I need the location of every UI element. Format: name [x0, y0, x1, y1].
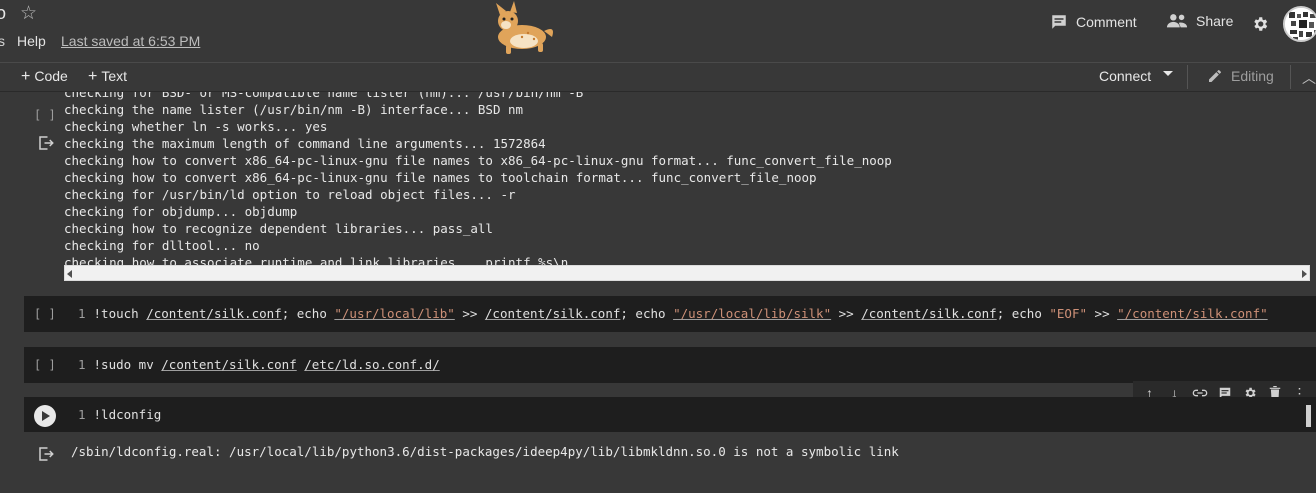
code-line[interactable]: 1 !sudo mv /content/silk.conf /etc/ld.so.… [78, 357, 440, 372]
notebook-title[interactable]: o [0, 3, 6, 24]
cell-run-bracket[interactable]: [ ] [34, 108, 56, 122]
output-line: checking how to convert x86_64-pc-linux-… [64, 170, 817, 185]
star-icon[interactable]: ☆ [20, 2, 37, 25]
vertical-scrollbar[interactable] [1306, 405, 1311, 427]
last-saved-link[interactable]: Last saved at 6:53 PM [61, 33, 200, 49]
code-cell[interactable]: [ ] 1 !sudo mv /content/silk.conf /etc/ld… [24, 347, 1316, 383]
editing-label: Editing [1231, 68, 1274, 84]
code-string: "/usr/local/lib" [334, 306, 455, 321]
scroll-left-icon[interactable] [67, 270, 72, 278]
chevron-down-icon[interactable] [1163, 71, 1173, 76]
cell-output: /sbin/ldconfig.real: /usr/local/lib/pyth… [24, 432, 1316, 488]
code-token: >> [831, 306, 862, 321]
output-line: checking how to recognize dependent libr… [64, 221, 493, 236]
line-number: 1 [78, 407, 86, 422]
output-line: checking whether ln -s works... yes [64, 119, 328, 134]
app-header: o ☆ s Help Last saved at 6:53 PM Comment… [0, 0, 1316, 62]
code-path: /content/silk.conf [161, 357, 297, 372]
comment-icon [1052, 15, 1066, 29]
output-text: /sbin/ldconfig.real: /usr/local/lib/pyth… [71, 444, 899, 459]
notebook-toolbar: + Code + Text Connect Editing ︿ [0, 62, 1316, 92]
code-path: /content/silk.conf [146, 306, 282, 321]
line-number: 1 [78, 306, 86, 321]
comment-label: Comment [1076, 14, 1137, 30]
divider [1187, 65, 1188, 89]
code-string: "/content/silk.conf" [1117, 306, 1268, 321]
horizontal-scrollbar[interactable] [64, 265, 1310, 281]
output-line: checking the maximum length of command l… [64, 136, 546, 151]
add-code-button[interactable]: + Code [21, 68, 68, 86]
editing-mode-button[interactable]: Editing [1207, 68, 1274, 84]
chevron-up-icon[interactable]: ︿ [1302, 68, 1316, 88]
output-arrow-icon[interactable] [37, 445, 55, 463]
people-icon [1166, 14, 1188, 28]
add-text-button[interactable]: + Text [88, 68, 127, 86]
code-path: /content/silk.conf [861, 306, 997, 321]
add-code-label: Code [34, 68, 68, 84]
code-token: ; echo [996, 306, 1050, 321]
scroll-right-icon[interactable] [1302, 270, 1307, 278]
avatar[interactable] [1283, 6, 1316, 42]
code-token: >> [454, 306, 485, 321]
code-token: ; echo [281, 306, 335, 321]
code-cell[interactable]: [ ] 1 !touch /content/silk.conf; echo "/u… [24, 296, 1316, 332]
cell-output: checking for BSD- or MS-compatible name … [64, 92, 1310, 267]
code-line[interactable]: 1 !ldconfig [78, 407, 161, 422]
code-path: /etc/ld.so.conf.d/ [304, 357, 440, 372]
divider [1290, 65, 1291, 89]
code-line[interactable]: 1 !touch /content/silk.conf; echo "/usr/l… [78, 306, 1268, 321]
add-text-label: Text [101, 68, 128, 84]
run-cell-button[interactable] [34, 405, 56, 427]
plus-icon: + [88, 68, 98, 85]
code-token: !ldconfig [93, 407, 162, 422]
output-line: checking for BSD- or MS-compatible name … [64, 92, 584, 100]
line-number: 1 [78, 357, 86, 372]
pencil-icon [1209, 69, 1221, 82]
code-cell-active[interactable]: 1 !ldconfig [24, 397, 1316, 433]
code-token: !touch [93, 306, 147, 321]
cell-run-bracket[interactable]: [ ] [34, 358, 56, 372]
output-line: checking for dlltool... no [64, 238, 260, 253]
share-button[interactable]: Share [1166, 13, 1233, 29]
corgi-mascot-icon [496, 1, 553, 54]
code-path: /content/silk.conf [484, 306, 621, 321]
code-token: !sudo mv [93, 357, 162, 372]
output-line: checking for /usr/bin/ld option to reloa… [64, 187, 516, 202]
output-arrow-icon[interactable] [37, 134, 55, 152]
output-line: checking how to convert x86_64-pc-linux-… [64, 153, 892, 168]
menu-item-help[interactable]: Help [17, 33, 46, 49]
connect-button[interactable]: Connect [1099, 68, 1151, 84]
gear-icon[interactable] [1251, 15, 1269, 33]
code-token: >> [1087, 306, 1118, 321]
output-line: checking the name lister (/usr/bin/nm -B… [64, 102, 524, 117]
output-line: checking for objdump... objdump [64, 204, 298, 219]
cell-run-bracket[interactable]: [ ] [34, 307, 56, 321]
notebook-main[interactable]: [ ] checking for BSD- or MS-compatible n… [0, 92, 1316, 493]
comment-button[interactable]: Comment [1050, 13, 1137, 31]
code-string: "EOF" [1049, 306, 1088, 321]
code-string: "/usr/local/lib/silk" [673, 306, 832, 321]
menu-item-tools[interactable]: s [0, 33, 5, 49]
code-token: ; echo [620, 306, 674, 321]
share-label: Share [1196, 13, 1234, 29]
plus-icon: + [21, 68, 31, 85]
